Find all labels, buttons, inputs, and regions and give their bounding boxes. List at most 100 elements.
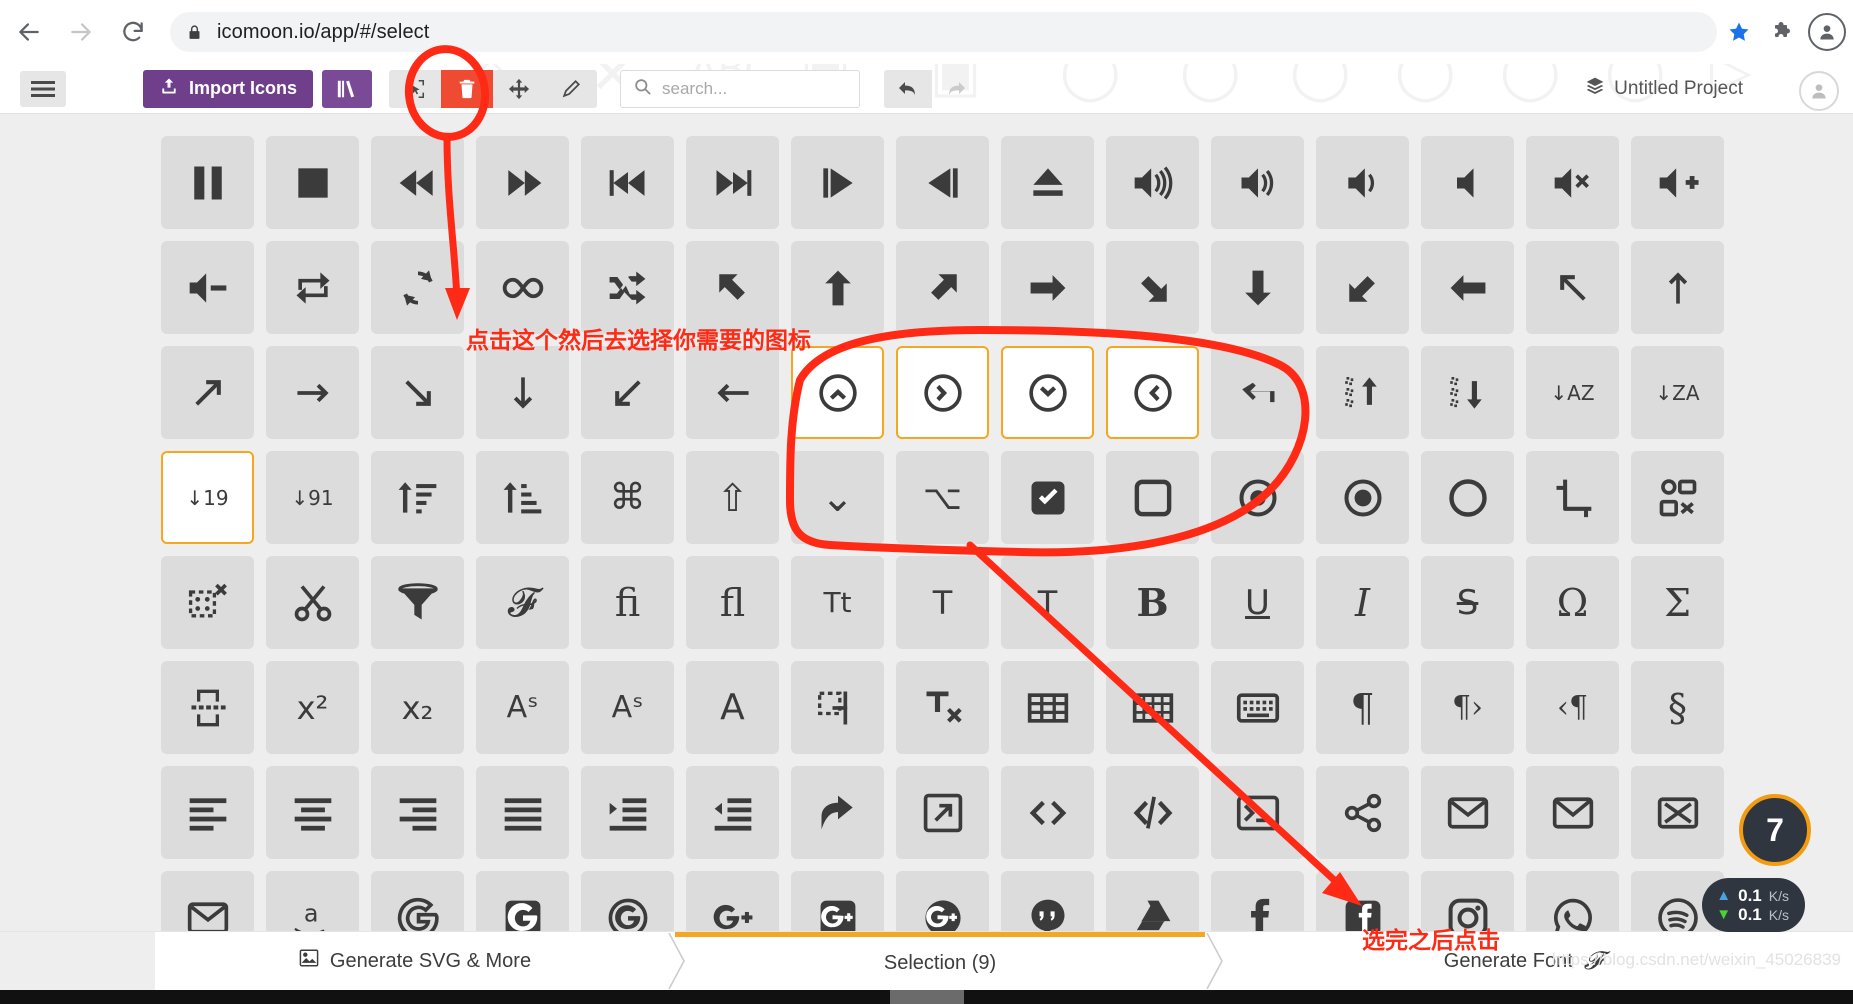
forward-arrow-icon[interactable] (58, 9, 104, 55)
redo-icon[interactable] (932, 70, 980, 108)
loop2-icon[interactable] (371, 241, 464, 334)
whatsapp-icon[interactable] (1526, 871, 1619, 932)
eject-icon[interactable] (1001, 136, 1094, 229)
google3-icon[interactable] (581, 871, 674, 932)
make-group-icon[interactable] (1631, 451, 1724, 544)
network-speed-widget[interactable]: ▲ 0.1 K/s ▼ 0.1 K/s 7 (1702, 794, 1811, 932)
share-icon[interactable] (791, 766, 884, 859)
new-tab-icon[interactable] (896, 766, 989, 859)
font-icon[interactable]: 𝓕 (476, 556, 569, 649)
shift-icon[interactable]: ⇧ (686, 451, 779, 544)
project-title[interactable]: Untitled Project (1585, 64, 1743, 113)
cursor-select-icon[interactable] (389, 70, 441, 108)
table-icon[interactable] (1001, 661, 1094, 754)
address-bar[interactable]: icomoon.io/app/#/select (170, 12, 1717, 52)
text-width-icon[interactable]: T (896, 556, 989, 649)
subscript-icon[interactable]: x₂ (371, 661, 464, 754)
arrow-down-icon[interactable] (1211, 241, 1304, 334)
backward-icon[interactable] (371, 136, 464, 229)
arrow-left2-icon[interactable] (686, 346, 779, 439)
share2-icon[interactable] (1316, 766, 1409, 859)
arrow-down-left2-icon[interactable] (581, 346, 674, 439)
move-up-icon[interactable] (1316, 346, 1409, 439)
volume-high-icon[interactable] (1106, 136, 1199, 229)
rtl-icon[interactable]: ‹¶ (1526, 661, 1619, 754)
shuffle-icon[interactable] (581, 241, 674, 334)
crop-icon[interactable] (1526, 451, 1619, 544)
pagebreak-icon[interactable] (791, 661, 884, 754)
superscript-icon[interactable]: x² (266, 661, 359, 754)
reload-icon[interactable] (110, 9, 156, 55)
underline-icon[interactable]: U (1211, 556, 1304, 649)
text-color-icon[interactable]: A (686, 661, 779, 754)
volume-low-icon[interactable] (1316, 136, 1409, 229)
subscript2-icon[interactable]: Aˢ (581, 661, 674, 754)
pencil-icon[interactable] (545, 70, 597, 108)
infinite-icon[interactable] (476, 241, 569, 334)
sort-amount-desc-icon[interactable] (476, 451, 569, 544)
circle-left-icon[interactable] (1106, 346, 1199, 439)
google-plus2-icon[interactable] (791, 871, 884, 932)
back-arrow-icon[interactable] (6, 9, 52, 55)
arrow-down-right2-icon[interactable] (371, 346, 464, 439)
scissors-icon[interactable] (266, 556, 359, 649)
amazon-icon[interactable]: a (266, 871, 359, 932)
chevron-down-icon[interactable]: ⌄ (791, 451, 884, 544)
tab-icon[interactable] (1211, 346, 1304, 439)
italic-icon[interactable]: I (1316, 556, 1409, 649)
library-button[interactable] (322, 69, 373, 108)
star-icon[interactable] (1717, 10, 1761, 54)
option-icon[interactable]: ⌥ (896, 451, 989, 544)
font-size-icon[interactable]: T (1001, 556, 1094, 649)
icon-grid-area[interactable]: ↓AZ ↓ZA ↓19 ↓91 ⌘ ⇧ ⌄ ⌥ 𝓕ﬁ ﬂ Tt T T B U I S Ω Σx² x₂ Aˢ Aˢ A ¶ ¶… (0, 114, 1853, 932)
ungroup-icon[interactable] (161, 556, 254, 649)
arrow-up2-icon[interactable] (1631, 241, 1724, 334)
google-icon[interactable] (371, 871, 464, 932)
circle-right-icon[interactable] (896, 346, 989, 439)
hangouts-icon[interactable] (1001, 871, 1094, 932)
arrow-up-right-icon[interactable] (896, 241, 989, 334)
checkbox-unchecked-icon[interactable] (1106, 451, 1199, 544)
superscript2-icon[interactable]: Aˢ (476, 661, 569, 754)
filter-icon[interactable] (371, 556, 464, 649)
move-down-icon[interactable] (1421, 346, 1514, 439)
indent-increase-icon[interactable] (581, 766, 674, 859)
google-plus3-icon[interactable] (896, 871, 989, 932)
previous-icon[interactable] (791, 136, 884, 229)
profile-avatar-icon[interactable] (1805, 10, 1849, 54)
checkbox-checked-icon[interactable] (1001, 451, 1094, 544)
move-icon[interactable] (493, 70, 545, 108)
circle-up-icon[interactable] (791, 346, 884, 439)
radio-checked-icon[interactable] (1211, 451, 1304, 544)
paragraph-center-icon[interactable] (266, 766, 359, 859)
radio-unchecked-icon[interactable] (1421, 451, 1514, 544)
google-plus-icon[interactable] (686, 871, 779, 932)
mail4-icon[interactable] (161, 871, 254, 932)
circle-down-icon[interactable] (1001, 346, 1094, 439)
indent-decrease-icon[interactable] (686, 766, 779, 859)
paragraph-left-icon[interactable] (161, 766, 254, 859)
arrow-right-icon[interactable] (1001, 241, 1094, 334)
command-icon[interactable]: ⌘ (581, 451, 674, 544)
stop-icon[interactable] (266, 136, 359, 229)
puzzle-icon[interactable] (1761, 10, 1805, 54)
import-icons-button[interactable]: Import Icons (143, 69, 314, 108)
embed-icon[interactable] (1001, 766, 1094, 859)
arrow-left-icon[interactable] (1421, 241, 1514, 334)
mail2-icon[interactable] (1526, 766, 1619, 859)
bold-icon[interactable]: B (1106, 556, 1199, 649)
trash-icon[interactable] (441, 69, 494, 108)
arrow-up-left-icon[interactable] (686, 241, 779, 334)
sort-numeric-desc-icon[interactable]: ↓91 (266, 451, 359, 544)
ligature2-icon[interactable]: ﬂ (686, 556, 779, 649)
search-input[interactable]: search... (620, 69, 861, 108)
last-track-icon[interactable] (686, 136, 779, 229)
table2-icon[interactable] (1106, 661, 1199, 754)
sort-alpha-asc-icon[interactable]: ↓AZ (1526, 346, 1619, 439)
page-break-icon[interactable] (161, 661, 254, 754)
sigma-icon[interactable]: Σ (1631, 556, 1724, 649)
facebook-icon[interactable] (1211, 871, 1304, 932)
arrow-up-right2-icon[interactable] (161, 346, 254, 439)
generate-svg-button[interactable]: Generate SVG & More (155, 932, 675, 990)
next-icon[interactable] (896, 136, 989, 229)
